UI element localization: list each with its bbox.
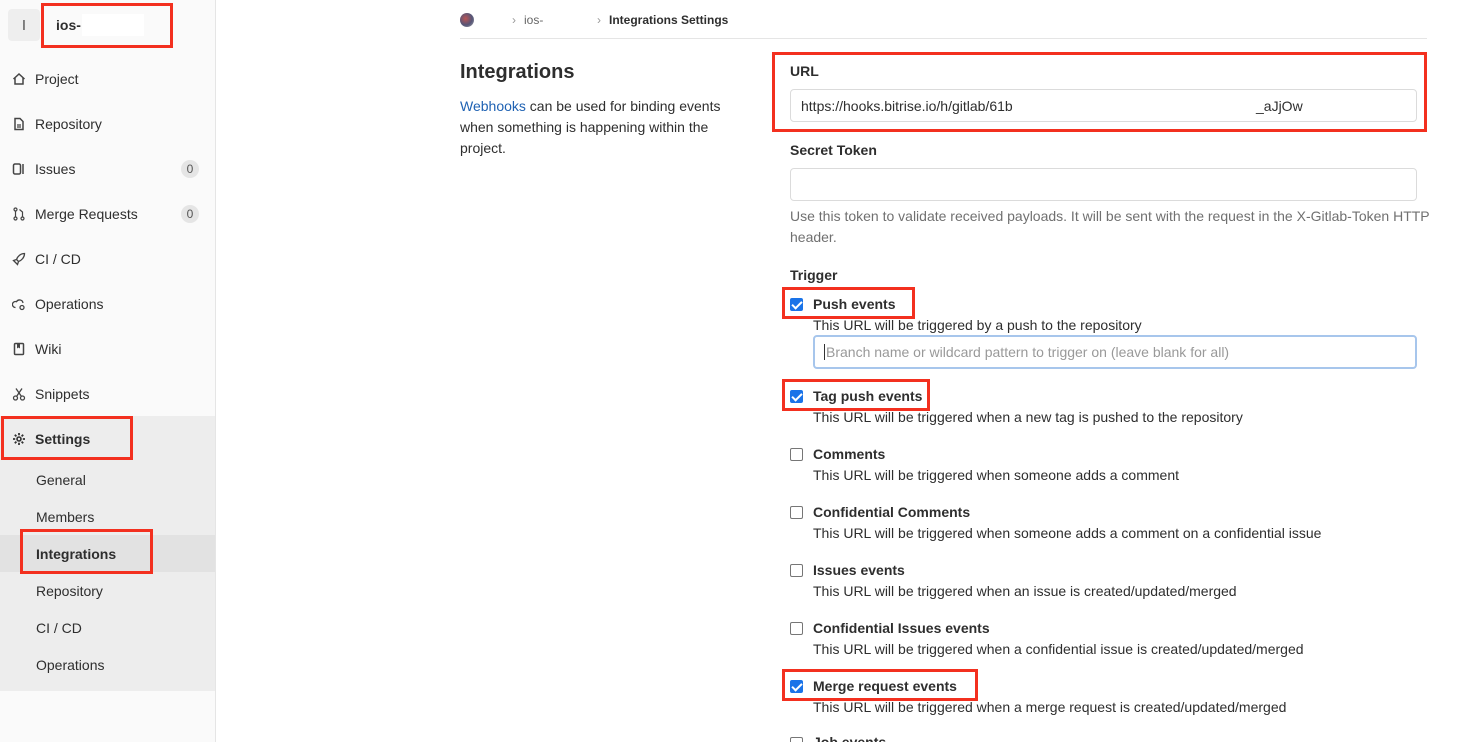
sidebar-item-label: Repository <box>35 116 102 132</box>
comments-title[interactable]: Comments <box>813 446 885 462</box>
scissors-icon <box>12 387 26 401</box>
url-tail-text: _aJjOw <box>1256 98 1303 114</box>
gear-icon <box>12 432 26 446</box>
settings-item-operations[interactable]: Operations <box>0 646 215 683</box>
sidebar-item-issues[interactable]: Issues 0 <box>0 149 215 189</box>
chevron-right-icon: › <box>597 13 601 27</box>
settings-item-general[interactable]: General <box>0 461 215 498</box>
confidential-comments-title[interactable]: Confidential Comments <box>813 504 970 520</box>
settings-item-ci-cd[interactable]: CI / CD <box>0 609 215 646</box>
project-avatar[interactable]: I <box>8 9 40 41</box>
page-title: Integrations <box>460 61 575 83</box>
confidential-issues-events-title[interactable]: Confidential Issues events <box>813 620 990 636</box>
sidebar-item-label: Merge Requests <box>35 206 138 222</box>
breadcrumb-current[interactable]: Integrations Settings <box>609 13 728 27</box>
secret-token-help: Use this token to validate received payl… <box>790 208 1430 245</box>
sidebar-item-operations[interactable]: Operations <box>0 284 215 324</box>
settings-item-integrations[interactable]: Integrations <box>0 535 215 572</box>
job-events-checkbox[interactable] <box>790 737 803 742</box>
page-description: Webhooks can be used for binding events … <box>460 96 750 159</box>
merge-requests-count-badge: 0 <box>181 205 199 223</box>
breadcrumb-project[interactable]: ios- <box>524 13 589 27</box>
sidebar-item-settings[interactable]: Settings <box>0 419 215 459</box>
book-icon <box>12 342 26 356</box>
sidebar-item-label: Settings <box>35 431 91 447</box>
merge-request-events-checkbox[interactable] <box>790 680 803 693</box>
webhooks-link[interactable]: Webhooks <box>460 98 526 114</box>
push-events-checkbox[interactable] <box>790 298 803 311</box>
secret-token-label: Secret Token <box>790 142 877 158</box>
confidential-issues-events-desc: This URL will be triggered when a confid… <box>813 641 1304 657</box>
rocket-icon <box>12 252 26 266</box>
sidebar-item-snippets[interactable]: Snippets <box>0 374 215 414</box>
cloud-gear-icon <box>12 297 26 311</box>
confidential-issues-events-checkbox[interactable] <box>790 622 803 635</box>
push-events-desc: This URL will be triggered by a push to … <box>813 317 1142 333</box>
trigger-label: Trigger <box>790 267 838 283</box>
issues-icon <box>12 162 26 176</box>
sidebar-item-label: Snippets <box>35 386 90 402</box>
merge-request-icon <box>12 207 26 221</box>
redaction <box>1026 93 1254 119</box>
sidebar-item-label: Issues <box>35 161 76 177</box>
issues-events-desc: This URL will be triggered when an issue… <box>813 583 1237 599</box>
redaction <box>82 14 144 36</box>
chevron-right-icon: › <box>512 13 516 27</box>
sidebar-item-repository[interactable]: Repository <box>0 104 215 144</box>
secret-token-input[interactable] <box>790 168 1417 201</box>
url-label: URL <box>790 63 819 79</box>
confidential-comments-checkbox[interactable] <box>790 506 803 519</box>
tag-push-events-title[interactable]: Tag push events <box>813 388 922 404</box>
issues-events-checkbox[interactable] <box>790 564 803 577</box>
header-divider <box>460 38 1427 39</box>
sidebar: I ios- Project Repository Issues 0 Merge… <box>0 0 216 742</box>
comments-checkbox[interactable] <box>790 448 803 461</box>
sidebar-item-label: Wiki <box>35 341 62 357</box>
project-name[interactable]: ios- <box>56 17 81 33</box>
sidebar-item-merge-requests[interactable]: Merge Requests 0 <box>0 194 215 234</box>
sidebar-item-wiki[interactable]: Wiki <box>0 329 215 369</box>
settings-item-repository[interactable]: Repository <box>0 572 215 609</box>
merge-request-events-title[interactable]: Merge request events <box>813 678 957 694</box>
tag-push-events-checkbox[interactable] <box>790 390 803 403</box>
document-icon <box>12 117 26 131</box>
sidebar-item-label: Project <box>35 71 79 87</box>
push-events-title[interactable]: Push events <box>813 296 895 312</box>
sidebar-item-project[interactable]: Project <box>0 59 215 99</box>
branch-filter-input[interactable]: Branch name or wildcard pattern to trigg… <box>813 335 1417 369</box>
group-avatar[interactable] <box>460 13 474 27</box>
sidebar-item-label: CI / CD <box>35 251 81 267</box>
settings-item-members[interactable]: Members <box>0 498 215 535</box>
tag-push-events-desc: This URL will be triggered when a new ta… <box>813 409 1243 425</box>
sidebar-item-label: Operations <box>35 296 104 312</box>
branch-filter-placeholder: Branch name or wildcard pattern to trigg… <box>826 344 1230 360</box>
comments-desc: This URL will be triggered when someone … <box>813 467 1179 483</box>
breadcrumb: › ios- › Integrations Settings <box>460 10 728 30</box>
merge-request-events-desc: This URL will be triggered when a merge … <box>813 699 1287 715</box>
project-header[interactable]: I ios- <box>0 0 215 50</box>
confidential-comments-desc: This URL will be triggered when someone … <box>813 525 1322 541</box>
issues-events-title[interactable]: Issues events <box>813 562 905 578</box>
sidebar-item-ci-cd[interactable]: CI / CD <box>0 239 215 279</box>
job-events-title[interactable]: Job events <box>813 734 886 742</box>
home-icon <box>12 72 26 86</box>
text-caret <box>824 344 825 360</box>
issues-count-badge: 0 <box>181 160 199 178</box>
